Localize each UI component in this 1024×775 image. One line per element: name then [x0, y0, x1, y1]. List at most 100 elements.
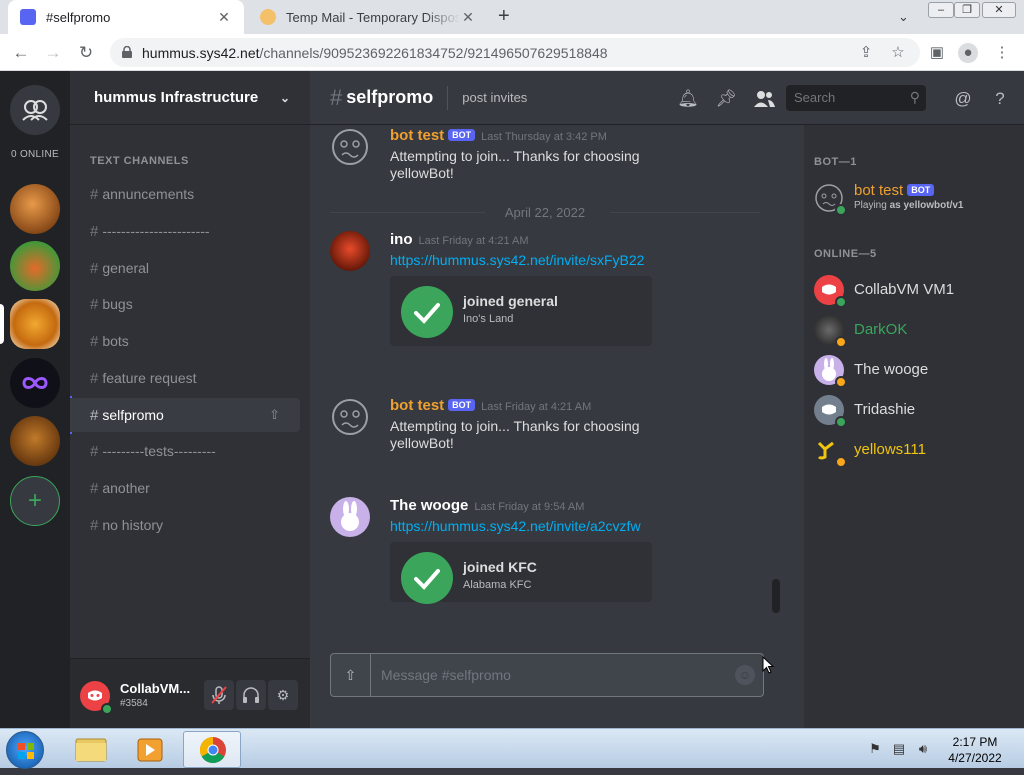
idle-status-icon [835, 376, 847, 388]
invite-link[interactable]: https://hummus.sys42.net/invite/a2cvzfw [390, 518, 641, 534]
chrome-taskbar-icon[interactable] [183, 731, 241, 768]
author-name[interactable]: bot test [390, 397, 444, 414]
server-icon-fox[interactable] [10, 241, 60, 291]
file-explorer-icon[interactable] [62, 731, 120, 768]
server-icon-infinity[interactable] [10, 358, 60, 408]
member-activity: Playing as yellowbot/v1 [854, 200, 964, 211]
side-panel-icon[interactable]: ▣ [927, 43, 947, 63]
pin-icon[interactable]: 📌︎ [714, 87, 738, 111]
network-icon[interactable]: ▤ [891, 741, 907, 757]
channel-tests-separator[interactable]: # ---------tests--------- [70, 434, 300, 468]
notification-bell-icon[interactable]: 🔔︎ [676, 87, 700, 111]
channel-topic: post invites [462, 90, 528, 105]
tab-search-chevron-icon[interactable]: ⌄ [898, 9, 909, 25]
friends-home-icon[interactable] [10, 85, 60, 135]
channel-bugs[interactable]: # bugs [70, 287, 300, 321]
member-yellows111[interactable]: yellows111 [814, 435, 1014, 469]
member-bot-test[interactable]: bot test BOT Playing as yellowbot/v1 [814, 182, 1014, 217]
message-composer[interactable]: ⇧ Message #selfpromo ☺ [330, 653, 764, 697]
upload-icon[interactable]: ⇧ [331, 654, 371, 696]
member-collabvm-vm1[interactable]: CollabVM VM1 [814, 275, 1014, 309]
avatar[interactable] [330, 497, 370, 537]
close-tab-icon[interactable]: ✕ [216, 9, 232, 26]
member-tridashie[interactable]: Tridashie [814, 395, 1014, 429]
forward-arrow-icon[interactable]: → [42, 42, 64, 64]
share-icon[interactable]: ⇪ [856, 43, 876, 63]
minimize-button[interactable]: – [928, 2, 954, 18]
channel-another[interactable]: # another [70, 471, 300, 505]
add-server-button[interactable]: + [10, 476, 60, 526]
browser-menu-icon[interactable]: ⋮ [992, 43, 1012, 63]
channel-annuncements[interactable]: # annuncements [70, 177, 300, 211]
idle-status-icon [835, 336, 847, 348]
avatar[interactable] [330, 231, 370, 271]
channel-bots[interactable]: # bots [70, 324, 300, 358]
search-input[interactable]: Search ⚲ [786, 85, 926, 111]
invite-embed[interactable]: joined general Ino's Land [390, 276, 652, 346]
address-bar[interactable]: hummus.sys42.net/channels/90952369226183… [110, 38, 920, 67]
message-scrollbar[interactable] [772, 579, 780, 613]
server-header[interactable]: hummus Infrastructure ⌄ [70, 71, 310, 125]
profile-avatar-icon[interactable]: ● [958, 43, 978, 63]
temp-mail-favicon-icon [260, 9, 276, 25]
hash-icon: # [90, 259, 99, 277]
hash-icon: # [90, 442, 99, 460]
user-tag: #3584 [120, 698, 148, 709]
server-icon-chicken[interactable] [10, 184, 60, 234]
restore-button[interactable]: ❐ [954, 2, 980, 18]
tab-temp-mail[interactable]: Temp Mail - Temporary Disposable Email ✕ [248, 0, 488, 34]
tab-selfpromo[interactable]: #selfpromo ✕ [8, 0, 244, 34]
channel-separator-1[interactable]: # ----------------------- [70, 214, 300, 248]
message-input[interactable]: Message #selfpromo [381, 667, 511, 683]
new-tab-button[interactable]: + [498, 5, 510, 28]
mute-microphone-icon[interactable] [204, 680, 234, 710]
member-the-wooge[interactable]: The wooge [814, 355, 1014, 389]
help-icon[interactable]: ? [988, 87, 1012, 111]
server-name: hummus Infrastructure [94, 89, 259, 106]
channel-general[interactable]: # general [70, 251, 300, 285]
author-name[interactable]: bot test [390, 127, 444, 144]
bookmark-star-icon[interactable]: ☆ [888, 43, 908, 63]
selected-server-indicator [0, 304, 4, 344]
author-name[interactable]: ino [390, 231, 413, 248]
channel-feature-request[interactable]: # feature request [70, 361, 300, 395]
browser-tab-bar: #selfpromo ✕ Temp Mail - Temporary Dispo… [0, 0, 1024, 34]
invite-embed[interactable]: joined KFC Alabama KFC [390, 542, 652, 604]
volume-icon[interactable]: 🔊︎ [915, 741, 931, 757]
user-panel: CollabVM... #3584 ⚙ [70, 658, 310, 728]
bot-avatar[interactable] [330, 397, 370, 437]
bot-avatar[interactable] [330, 127, 370, 167]
close-tab-icon[interactable]: ✕ [460, 9, 476, 26]
server-icon-house[interactable] [10, 416, 60, 466]
headphones-icon[interactable] [236, 680, 266, 710]
channel-no-history[interactable]: # no history [70, 508, 300, 542]
invite-link[interactable]: https://hummus.sys42.net/invite/sxFyB22 [390, 252, 644, 268]
message-text: Attempting to join... Thanks for choosin… [390, 148, 640, 181]
discord-favicon-icon [20, 9, 36, 25]
taskbar-clock[interactable]: 2:17 PM 4/27/2022 [940, 734, 1010, 766]
channel-sidebar: hummus Infrastructure ⌄ TEXT CHANNELS # a… [70, 71, 310, 728]
member-darkok[interactable]: DarkOK [814, 315, 1014, 349]
emoji-icon[interactable]: ☺ [735, 665, 755, 685]
browser-toolbar: ← → ↻ hummus.sys42.net/channels/90952369… [0, 34, 1024, 71]
reload-icon[interactable]: ↻ [75, 42, 97, 64]
category-text-channels[interactable]: TEXT CHANNELS [90, 155, 189, 167]
channel-selfpromo[interactable]: # selfpromo ⇧ [70, 398, 300, 432]
hash-icon: # [90, 332, 99, 350]
close-window-button[interactable]: ✕ [982, 2, 1016, 18]
message-header: The wooge Last Friday at 9:54 AM [390, 497, 584, 515]
server-icon-hummus[interactable] [10, 299, 60, 349]
settings-gear-icon[interactable]: ⚙ [268, 680, 298, 710]
author-name[interactable]: The wooge [390, 497, 468, 514]
back-arrow-icon[interactable]: ← [10, 42, 32, 64]
hash-icon: # [90, 295, 99, 313]
embed-subtitle: Ino's Land [463, 313, 514, 325]
media-player-icon[interactable] [122, 731, 180, 768]
start-button[interactable] [6, 731, 44, 769]
action-center-flag-icon[interactable]: ⚑ [867, 741, 883, 757]
member-list-icon[interactable] [752, 87, 776, 111]
share-channel-icon[interactable]: ⇧ [269, 407, 280, 423]
online-status-icon [101, 703, 113, 715]
mentions-icon[interactable]: @ [951, 87, 975, 111]
timestamp: Last Friday at 4:21 AM [481, 401, 592, 413]
